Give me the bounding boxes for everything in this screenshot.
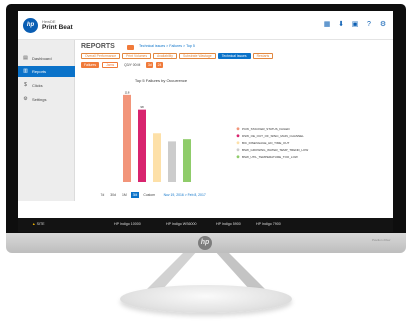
legend-swatch	[236, 148, 240, 152]
toggle-a[interactable]: 3d	[146, 62, 154, 68]
monitor-base	[120, 285, 292, 313]
top-icons: ▦ ⬇ ▣ ? ⚙	[323, 21, 387, 29]
sidebar-item-reports[interactable]: ▥ Reports	[18, 66, 75, 77]
site-status[interactable]: ▲ SITE	[32, 222, 45, 226]
download-icon[interactable]: ⬇	[337, 21, 345, 29]
report-tabs: Overall Performance Print Volumes Availa…	[81, 53, 274, 59]
legend-label: DSW_OE_OUT_OF_SPEC_MAIN_CHANNEL	[242, 134, 304, 138]
sidebar-item-label: Settings	[32, 97, 47, 102]
dashboard-icon: ▤	[23, 55, 28, 61]
tab-overall-performance[interactable]: Overall Performance	[81, 53, 121, 59]
range-7d[interactable]: 7d	[99, 192, 106, 198]
legend-swatch	[236, 155, 240, 159]
filter-row: Failures Jams Q3/Y 00:M 3d 24	[81, 62, 163, 68]
range-1m[interactable]: 1M	[120, 192, 128, 198]
legend-label: BSW_GROWING_WATER_TEMP_TREND_LOW	[242, 148, 308, 152]
grid-icon[interactable]: ▦	[323, 21, 331, 29]
range-custom[interactable]: Custom	[142, 192, 157, 198]
top-bar: hp HewDE Print Beat ▦ ⬇ ▣ ? ⚙	[18, 11, 393, 40]
sidebar-item-clicks[interactable]: $ Clicks	[18, 80, 75, 91]
settings-icon[interactable]: ⚙	[379, 21, 387, 29]
date-range: 7d 30d 1M 3M Custom Nov 19, 2016 > Feb 8…	[99, 192, 206, 198]
reports-icon: ▥	[23, 68, 28, 74]
range-dates[interactable]: Nov 19, 2016 > Feb 8, 2017	[164, 193, 206, 197]
tab-restarts[interactable]: Restarts	[252, 53, 274, 59]
chart-title: Top 5 Failures by Occurrence	[135, 78, 188, 83]
range-3m[interactable]: 3M	[131, 192, 139, 198]
failures-filter[interactable]: Failures	[81, 62, 100, 68]
sidebar-item-label: Dashboard	[32, 56, 52, 61]
bar-1[interactable]	[123, 94, 131, 182]
printer-bar: ▲ SITE HP Indigo 10000 HP Indigo WS6000 …	[18, 218, 393, 232]
tab-technical-issues[interactable]: Technical Issues	[217, 53, 251, 59]
failures-chart: Top 5 Failures by Occurrence 118 98 PCW_S…	[123, 78, 308, 182]
toggle-b[interactable]: 24	[156, 62, 163, 68]
tab-availability[interactable]: Availability	[153, 53, 177, 59]
legend-swatch	[236, 141, 240, 145]
legend-swatch	[236, 127, 240, 131]
brand-name: Print Beat	[42, 24, 73, 31]
monitor: hp HewDE Print Beat ▦ ⬇ ▣ ? ⚙ ▤ Dashboar…	[6, 4, 406, 249]
bar-4[interactable]	[168, 141, 176, 182]
sidebar-item-label: Reports	[32, 69, 47, 74]
bar-value-label: 98	[140, 105, 144, 109]
gear-icon: ⚙	[23, 96, 28, 102]
range-30d[interactable]: 30d	[109, 192, 118, 198]
sidebar-item-dashboard[interactable]: ▤ Dashboard	[18, 53, 75, 64]
dollar-icon: $	[24, 82, 27, 88]
bar-value-label: 118	[125, 90, 130, 94]
hp-badge-icon: hp	[198, 236, 212, 250]
sidebar: ▤ Dashboard ▥ Reports $ Clicks ⚙ Setting…	[18, 40, 75, 201]
printer-item[interactable]: HP Indigo 7900	[256, 222, 281, 226]
main-content: REPORTS Technical issues > Failures > To…	[75, 40, 393, 201]
bar-3[interactable]	[153, 133, 161, 182]
bar-2[interactable]	[138, 109, 146, 182]
legend-label: PCW_STACKER_STATUS_FAILED	[242, 127, 291, 131]
page-title: REPORTS	[81, 43, 115, 50]
tab-print-volumes[interactable]: Print Volumes	[122, 53, 152, 59]
calendar-icon[interactable]: ▣	[351, 21, 359, 29]
sidebar-item-label: Clicks	[32, 83, 43, 88]
legend-label: BSW_UTIL_TEMPERATURE_TOO_LOW	[242, 155, 298, 159]
hp-logo: hp	[23, 18, 38, 33]
legend-label: BIC_DISENGAGE_HD_TIME_OUT	[242, 141, 290, 145]
jams-filter[interactable]: Jams	[102, 62, 119, 68]
site-label: SITE	[36, 222, 45, 226]
sidebar-item-settings[interactable]: ⚙ Settings	[18, 94, 75, 105]
legend-swatch	[236, 134, 240, 138]
printer-item[interactable]: HP Indigo 10000	[114, 222, 141, 226]
screen: hp HewDE Print Beat ▦ ⬇ ▣ ? ⚙ ▤ Dashboar…	[18, 11, 393, 232]
bar-5[interactable]	[183, 139, 191, 182]
tab-substrate-wastage[interactable]: Substrate Wastage	[178, 53, 216, 59]
model-label: Pavilion 23xw	[372, 238, 391, 242]
title-badge	[127, 45, 134, 50]
breadcrumb[interactable]: Technical issues > Failures > Top 5	[139, 44, 195, 48]
period-selector[interactable]: Q3/Y 00:M	[121, 62, 143, 68]
help-icon[interactable]: ?	[365, 21, 373, 29]
printer-item[interactable]: HP Indigo 5900	[216, 222, 241, 226]
printer-item[interactable]: HP Indigo WS6000	[166, 222, 197, 226]
warning-icon: ▲	[32, 222, 36, 226]
